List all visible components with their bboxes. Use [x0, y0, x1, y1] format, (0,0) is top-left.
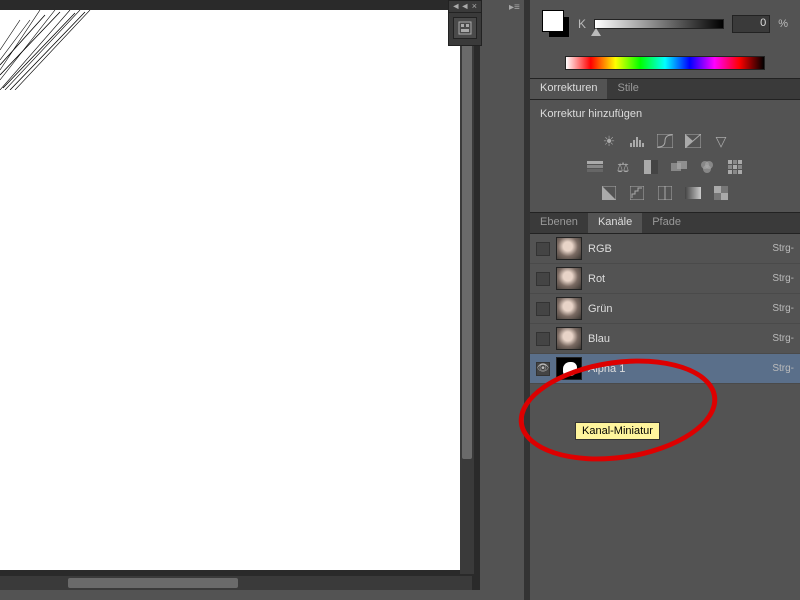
- color-lookup-icon[interactable]: [725, 158, 745, 176]
- posterize-icon[interactable]: [627, 184, 647, 202]
- brush-stroke-artwork: [0, 10, 120, 90]
- channel-name: Blau: [588, 333, 766, 345]
- hue-saturation-icon[interactable]: [585, 158, 605, 176]
- channel-thumbnail[interactable]: [556, 267, 582, 290]
- canvas-scrollbar-vertical[interactable]: [460, 44, 474, 574]
- tab-korrekturen[interactable]: Korrekturen: [530, 79, 607, 99]
- k-slider[interactable]: [594, 19, 724, 29]
- vibrance-icon[interactable]: ▽: [711, 132, 731, 150]
- channel-name: Alpha 1: [588, 363, 766, 375]
- tooltip-kanal-miniatur: Kanal-Miniatur: [575, 422, 660, 440]
- channel-row-gruen[interactable]: Grün Strg-: [530, 294, 800, 324]
- levels-icon[interactable]: [627, 132, 647, 150]
- adjustment-icons-row-3: [530, 180, 800, 206]
- slider-handle-icon[interactable]: [591, 28, 601, 36]
- curves-icon[interactable]: [655, 132, 675, 150]
- channel-thumbnail[interactable]: [556, 297, 582, 320]
- color-spectrum-picker[interactable]: [565, 56, 765, 70]
- percent-label: %: [778, 18, 788, 30]
- color-balance-icon[interactable]: ⚖: [613, 158, 633, 176]
- channel-shortcut: Strg-: [772, 363, 794, 374]
- channel-row-blau[interactable]: Blau Strg-: [530, 324, 800, 354]
- gradient-map-icon[interactable]: [683, 184, 703, 202]
- channel-thumbnail[interactable]: [556, 327, 582, 350]
- invert-icon[interactable]: [599, 184, 619, 202]
- channel-row-alpha1[interactable]: 👁 Alpha 1 Strg-: [530, 354, 800, 384]
- tab-ebenen[interactable]: Ebenen: [530, 213, 588, 233]
- panel-collapse-icon[interactable]: ◄◄ ×: [449, 1, 481, 13]
- adjustment-icons-row-1: ☀ ▽: [530, 128, 800, 154]
- scrollbar-thumb[interactable]: [462, 44, 472, 459]
- channel-row-rot[interactable]: Rot Strg-: [530, 264, 800, 294]
- channel-row-rgb[interactable]: RGB Strg-: [530, 234, 800, 264]
- channel-shortcut: Strg-: [772, 333, 794, 344]
- channel-name: Rot: [588, 273, 766, 285]
- k-value-input[interactable]: 0: [732, 15, 770, 33]
- threshold-icon[interactable]: [655, 184, 675, 202]
- layers-channels-tab-row: Ebenen Kanäle Pfade: [530, 212, 800, 234]
- visibility-toggle[interactable]: [536, 242, 550, 256]
- panel-dock-strip: ◄◄ ×: [448, 0, 482, 46]
- channel-shortcut: Strg-: [772, 303, 794, 314]
- adjustment-icons-row-2: ⚖: [530, 154, 800, 180]
- channel-name: RGB: [588, 243, 766, 255]
- k-channel-label: K: [578, 17, 586, 31]
- visibility-toggle[interactable]: [536, 302, 550, 316]
- visibility-toggle[interactable]: [536, 332, 550, 346]
- channels-panel: Ebenen Kanäle Pfade RGB Strg- Rot Strg- …: [530, 212, 800, 384]
- channel-thumbnail[interactable]: [556, 357, 582, 380]
- add-adjustment-label: Korrektur hinzufügen: [530, 100, 800, 128]
- tab-pfade[interactable]: Pfade: [642, 213, 691, 233]
- tab-kanale[interactable]: Kanäle: [588, 213, 642, 233]
- black-white-icon[interactable]: [641, 158, 661, 176]
- tab-stile[interactable]: Stile: [607, 79, 648, 99]
- channel-shortcut: Strg-: [772, 273, 794, 284]
- adjustments-tab-row: Korrekturen Stile: [530, 78, 800, 100]
- foreground-background-swatch[interactable]: [542, 10, 570, 38]
- canvas-viewport: [0, 0, 480, 590]
- panel-menu-icon[interactable]: ▸≡: [509, 2, 520, 13]
- eye-icon: 👁: [537, 363, 550, 374]
- document-canvas[interactable]: [0, 10, 470, 570]
- channel-name: Grün: [588, 303, 766, 315]
- exposure-icon[interactable]: [683, 132, 703, 150]
- channel-shortcut: Strg-: [772, 243, 794, 254]
- foreground-color-swatch[interactable]: [542, 10, 564, 32]
- panel-shortcut-button[interactable]: [453, 17, 477, 39]
- scrollbar-thumb[interactable]: [68, 578, 238, 588]
- visibility-toggle[interactable]: 👁: [536, 362, 550, 376]
- color-panel: K 0 %: [530, 0, 800, 48]
- right-panel-group: K 0 % Korrekturen Stile Korrektur hinzuf…: [530, 0, 800, 600]
- brightness-contrast-icon[interactable]: ☀: [599, 132, 619, 150]
- visibility-toggle[interactable]: [536, 272, 550, 286]
- canvas-scrollbar-horizontal[interactable]: [0, 576, 472, 590]
- selective-color-icon[interactable]: [711, 184, 731, 202]
- channel-mixer-icon[interactable]: [697, 158, 717, 176]
- channel-thumbnail[interactable]: [556, 237, 582, 260]
- photo-filter-icon[interactable]: [669, 158, 689, 176]
- color-spectrum-row: [530, 48, 800, 78]
